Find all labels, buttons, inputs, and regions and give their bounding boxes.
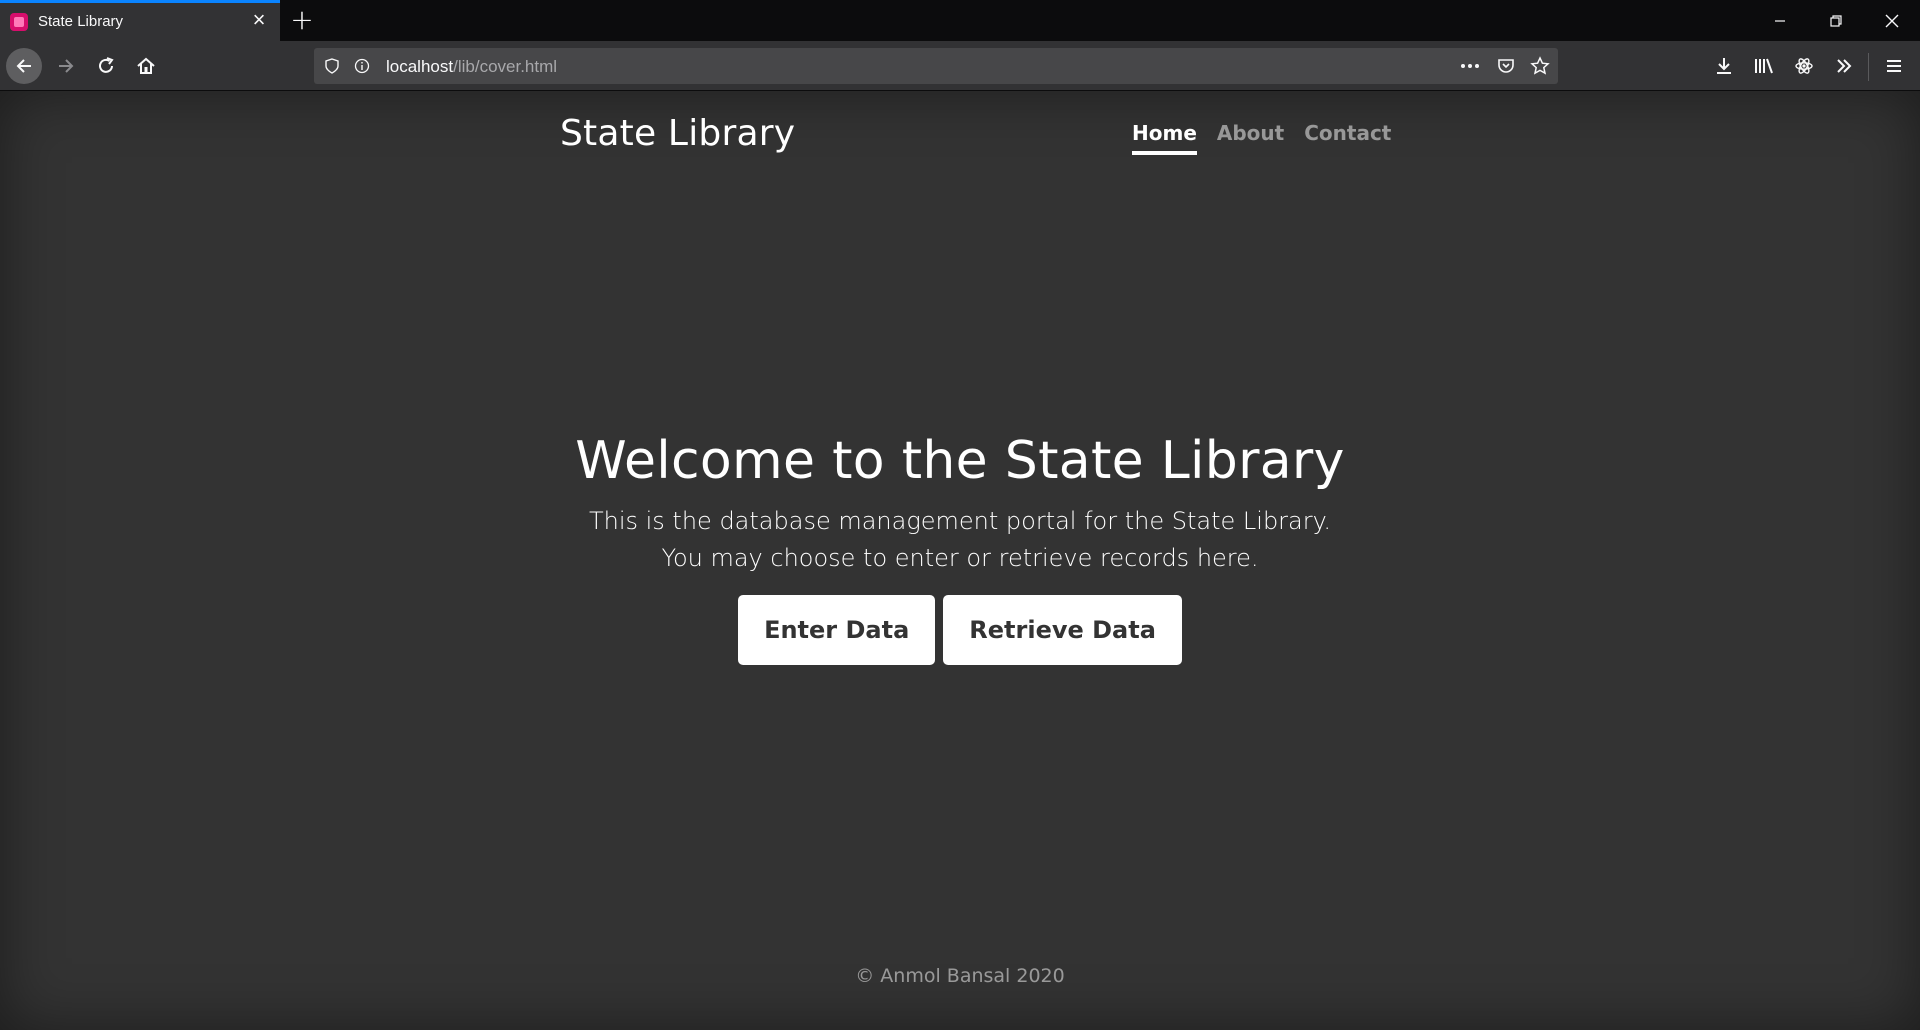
browser-tab[interactable]: State Library × [0,0,280,41]
chevron-double-right-icon[interactable] [1826,48,1862,84]
arrow-left-icon[interactable] [6,48,42,84]
enter-data-button[interactable]: Enter Data [738,595,936,665]
footer-copyright: © Anmol Bansal 2020 [855,965,1065,987]
site-brand[interactable]: State Library [560,113,795,154]
download-icon[interactable] [1706,48,1742,84]
toolbar-separator [1868,53,1869,81]
ellipsis-icon[interactable] [1460,56,1480,76]
hero-lead: This is the database management portal f… [588,507,1332,572]
hero-section: Welcome to the State Library This is the… [0,431,1920,665]
url-text[interactable]: localhost/lib/cover.html [386,57,557,77]
tab-strip: State Library × + [0,0,1920,41]
pocket-icon[interactable] [1496,56,1516,76]
site-favicon-icon [10,13,28,31]
atom-icon[interactable] [1786,48,1822,84]
hamburger-icon[interactable] [1876,48,1912,84]
retrieve-data-button[interactable]: Retrieve Data [943,595,1182,665]
nav-link-home[interactable]: Home [1132,121,1197,155]
tab-title: State Library [38,13,124,30]
star-icon[interactable] [1530,56,1550,76]
url-path: /lib/cover.html [453,57,558,76]
library-icon[interactable] [1746,48,1782,84]
main-nav: Home About Contact [1132,121,1391,155]
page-content: State Library Home About Contact Welcome… [0,91,1920,1030]
url-host: localhost [386,57,454,76]
nav-link-contact[interactable]: Contact [1304,121,1391,155]
address-bar[interactable]: localhost/lib/cover.html [314,48,1558,84]
reload-icon[interactable] [88,48,124,84]
close-tab-icon[interactable]: × [248,9,270,31]
shield-icon[interactable] [322,56,342,76]
info-icon[interactable] [352,56,372,76]
restore-icon[interactable] [1808,0,1864,41]
home-icon[interactable] [128,48,164,84]
nav-link-about[interactable]: About [1217,121,1284,155]
hero-actions: Enter Data Retrieve Data [0,595,1920,665]
minimize-icon[interactable] [1752,0,1808,41]
close-window-icon[interactable] [1864,0,1920,41]
navigation-toolbar: localhost/lib/cover.html [0,41,1920,91]
hero-title: Welcome to the State Library [575,431,1345,491]
arrow-right-icon[interactable] [48,48,84,84]
new-tab-button[interactable]: + [288,6,316,34]
